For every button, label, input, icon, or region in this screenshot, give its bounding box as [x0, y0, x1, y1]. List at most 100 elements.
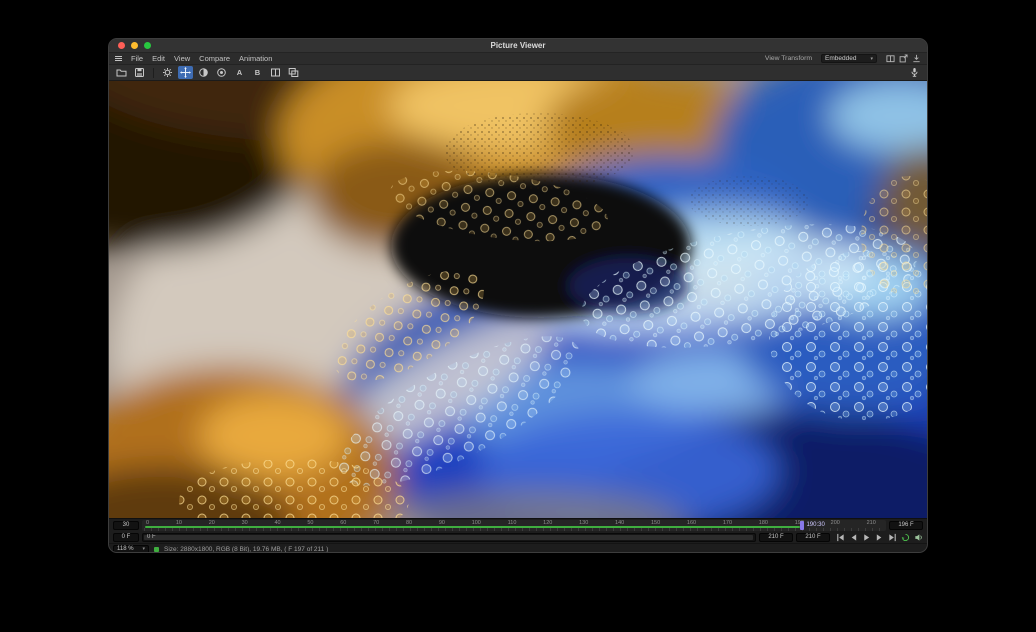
ruler-tick-label: 120: [543, 520, 552, 527]
hamburger-menu-icon[interactable]: [115, 56, 122, 61]
zoom-dropdown-icon[interactable]: ▾: [142, 546, 145, 552]
preview-end-field[interactable]: 196 F: [889, 521, 923, 530]
ruler-tick-label: 180: [759, 520, 768, 527]
timeline-range-row: 0 F 0 F 210 F 210 F: [109, 531, 927, 543]
compare-split-button[interactable]: [268, 66, 283, 79]
step-forward-button[interactable]: [874, 532, 884, 542]
save-button[interactable]: [132, 66, 147, 79]
ruler-tick-label: 50: [307, 520, 313, 527]
version-b-button[interactable]: B: [250, 66, 265, 79]
microphone-button[interactable]: [907, 66, 922, 79]
status-dot-icon: [154, 547, 159, 552]
open-folder-button[interactable]: [114, 66, 129, 79]
step-forward-icon: [875, 533, 884, 542]
menu-item[interactable]: File: [131, 54, 143, 63]
pan-icon: [180, 67, 191, 78]
transport-controls: [833, 532, 923, 542]
toolbar-separator: [153, 68, 154, 78]
ruler-tick-label: 10: [176, 520, 182, 527]
gear-icon: [162, 67, 173, 78]
view-transform-label: View Transform: [765, 55, 812, 62]
popout-icon[interactable]: [899, 54, 908, 63]
contrast-button[interactable]: [196, 66, 211, 79]
ruler-tick-label: 170: [723, 520, 732, 527]
ruler-tick-label: 130: [579, 520, 588, 527]
ruler-tick-label: 110: [508, 520, 517, 527]
picture-viewer-window: Picture Viewer File Edit View Compare Animat…: [108, 38, 928, 553]
render-image: [109, 81, 927, 518]
ruler-tick-label: 60: [340, 520, 346, 527]
range-slider[interactable]: 0 F: [142, 533, 756, 542]
ruler-tick-label: 200: [831, 520, 840, 527]
play-icon: [862, 533, 871, 542]
menu-item[interactable]: View: [174, 54, 190, 63]
desktop: Picture Viewer File Edit View Compare Animat…: [0, 0, 1036, 632]
playhead-handle[interactable]: [800, 521, 804, 530]
chevron-down-icon: ▾: [870, 56, 873, 62]
download-icon[interactable]: [912, 54, 921, 63]
menu-items: File Edit View Compare Animation: [131, 54, 272, 63]
ruler-tick-label: 40: [274, 520, 280, 527]
timeline-ruler[interactable]: 0102030405060708090100110120130140150160…: [142, 520, 886, 531]
loop-icon: [901, 533, 910, 542]
range-start-field[interactable]: 0 F: [113, 533, 139, 542]
view-transform-select[interactable]: Embedded ▾: [821, 54, 877, 63]
layout-icon[interactable]: [886, 54, 895, 63]
speaker-icon: [914, 533, 923, 542]
range-end-field[interactable]: 210 F: [759, 533, 793, 542]
zoom-field[interactable]: 118 % ▾: [113, 545, 149, 554]
ruler-tick-label: 160: [687, 520, 696, 527]
timeline-ruler-row: 30 0102030405060708090100110120130140150…: [109, 518, 927, 531]
ruler-tick-label: 210: [867, 520, 876, 527]
render-image-viewport[interactable]: [109, 81, 927, 518]
channels-icon: [216, 67, 227, 78]
ruler-tick-label: 20: [209, 520, 215, 527]
ruler-tick-label: 30: [242, 520, 248, 527]
image-info-text: Size: 2880x1800, RGB (8 Bit), 19.76 MB, …: [164, 546, 328, 553]
channels-button[interactable]: [214, 66, 229, 79]
playhead-frame-label: 190:30: [806, 522, 824, 528]
menu-item[interactable]: Animation: [239, 54, 272, 63]
compare-swap-icon: [288, 67, 299, 78]
compare-split-icon: [270, 67, 281, 78]
ruler-tick-label: 70: [373, 520, 379, 527]
pan-tool-button[interactable]: [178, 66, 193, 79]
loop-button[interactable]: [900, 532, 910, 542]
fps-field[interactable]: 30: [113, 521, 139, 530]
contrast-icon: [198, 67, 209, 78]
step-back-button[interactable]: [848, 532, 858, 542]
statusbar: 118 % ▾ Size: 2880x1800, RGB (8 Bit), 19…: [109, 543, 927, 553]
view-transform-value: Embedded: [825, 55, 856, 62]
compare-swap-button[interactable]: [286, 66, 301, 79]
skip-start-icon: [836, 533, 845, 542]
skip-end-button[interactable]: [887, 532, 897, 542]
zoom-value: 118 %: [117, 546, 134, 552]
ruler-minor-ticks: [144, 528, 884, 531]
settings-button[interactable]: [160, 66, 175, 79]
ruler-tick-labels: 0102030405060708090100110120130140150160…: [146, 520, 876, 527]
ruler-tick-label: 140: [615, 520, 624, 527]
ruler-tick-label: 80: [406, 520, 412, 527]
version-a-button[interactable]: A: [232, 66, 247, 79]
step-back-icon: [849, 533, 858, 542]
current-frame-field[interactable]: 210 F: [796, 533, 830, 542]
menu-item[interactable]: Compare: [199, 54, 230, 63]
folder-icon: [116, 67, 127, 78]
microphone-icon: [909, 67, 920, 78]
menubar: File Edit View Compare Animation View Transf…: [109, 53, 927, 65]
playhead[interactable]: 190:30: [800, 521, 824, 530]
save-icon: [134, 67, 145, 78]
skip-start-button[interactable]: [835, 532, 845, 542]
window-title: Picture Viewer: [109, 41, 927, 50]
skip-end-icon: [888, 533, 897, 542]
range-slider-label: 0 F: [143, 534, 156, 540]
titlebar: Picture Viewer: [109, 39, 927, 53]
toolbar: A B: [109, 65, 927, 81]
menu-item[interactable]: Edit: [152, 54, 165, 63]
range-slider-fill: [144, 535, 753, 540]
play-button[interactable]: [861, 532, 871, 542]
ruler-tick-label: 0: [146, 520, 149, 527]
ruler-tick-label: 150: [651, 520, 660, 527]
audio-button[interactable]: [913, 532, 923, 542]
ruler-tick-label: 90: [439, 520, 445, 527]
